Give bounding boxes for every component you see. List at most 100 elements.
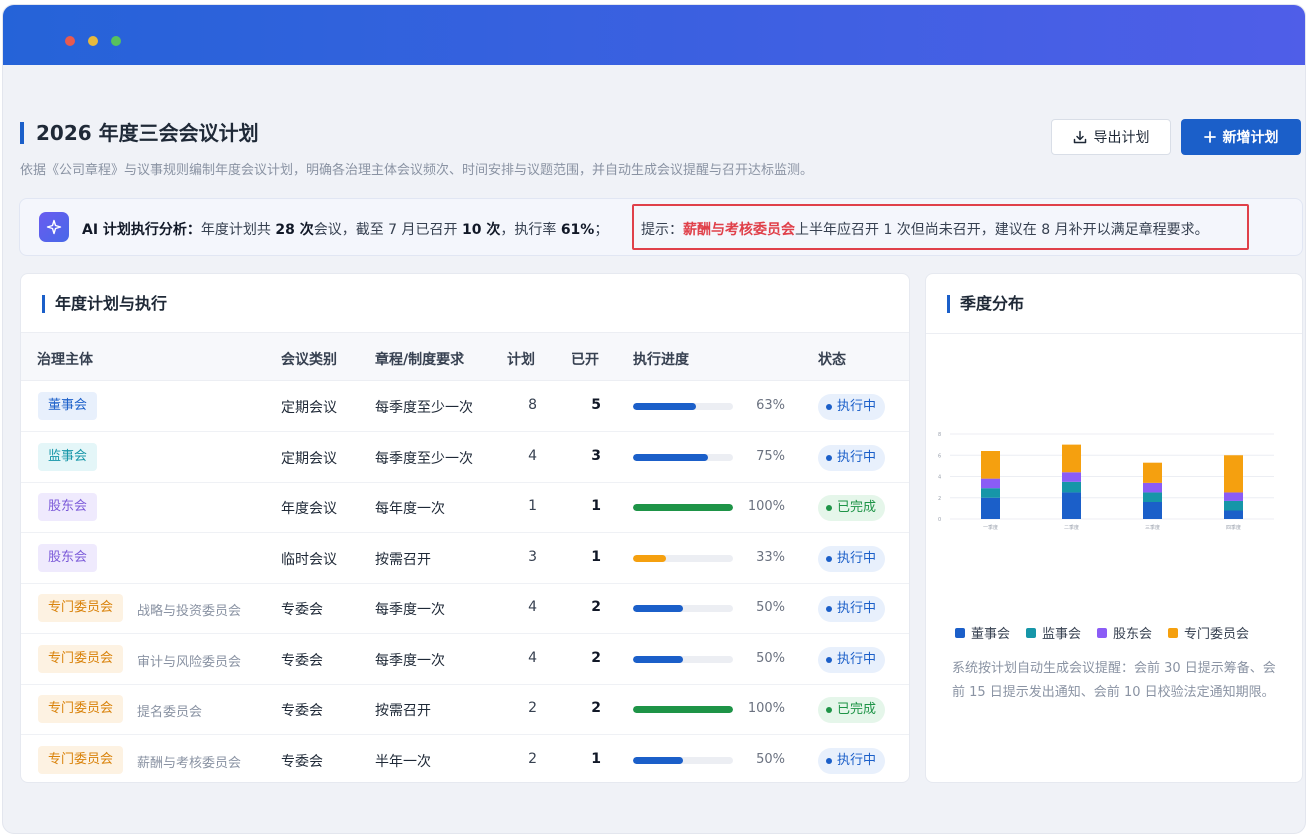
- ai-text-segment: ；: [594, 222, 609, 238]
- progress-fill: [633, 706, 733, 713]
- progress-fill: [633, 403, 696, 410]
- bar-segment-3-2[interactable]: [1224, 492, 1243, 501]
- meeting-type: 专委会: [281, 703, 323, 719]
- legend-item[interactable]: 专门委员会: [1168, 623, 1249, 642]
- bar-segment-3-0[interactable]: [1224, 510, 1243, 520]
- new-plan-label: 新增计划: [1222, 130, 1279, 146]
- table-row[interactable]: 专门委员会 战略与投资委员会 专委会 每季度一次 4 2 50% 执行中: [21, 584, 909, 634]
- progress-percent: 33%: [756, 549, 785, 565]
- quarter-stacked-bar-chart: 0 2 4 6 8 一季度 二季度 三季度 四季度: [938, 432, 1274, 531]
- meeting-type: 定期会议: [281, 400, 337, 416]
- legend-label: 监事会: [1042, 627, 1082, 642]
- table-row[interactable]: 股东会 年度会议 每年度一次 1 1 100% 已完成: [21, 483, 909, 533]
- status-badge: 已完成: [818, 697, 886, 723]
- bar-segment-1-0[interactable]: [1062, 492, 1081, 519]
- status-badge: 执行中: [818, 747, 886, 774]
- status-badge: 已完成: [818, 495, 886, 521]
- bar-segment-2-0[interactable]: [1143, 502, 1162, 519]
- legend-item[interactable]: 监事会: [1026, 623, 1081, 642]
- status-badge: 执行中: [818, 394, 886, 420]
- legend-item[interactable]: 董事会: [955, 623, 1010, 642]
- quarter-distribution-title: 季度分布: [947, 295, 1024, 313]
- meeting-type: 专委会: [281, 602, 323, 618]
- ai-held-meetings: 10 次: [462, 222, 501, 238]
- meeting-type: 专委会: [281, 652, 323, 669]
- requirement: 每季度至少一次: [375, 450, 473, 467]
- requirement: 按需召开: [375, 703, 431, 719]
- plus-icon: [1203, 131, 1216, 143]
- status-dot: [826, 505, 832, 511]
- table-row[interactable]: 股东会 临时会议 按需召开 3 1 33% 执行中: [21, 534, 909, 584]
- progress-bar: [633, 453, 733, 461]
- subject-tag: 董事会: [38, 392, 98, 420]
- table-row[interactable]: 董事会 定期会议 每季度至少一次 8 5 63% 执行中: [21, 382, 909, 432]
- legend-swatch: [1026, 627, 1037, 638]
- legend-label: 股东会: [1113, 627, 1153, 642]
- legend-label: 董事会: [971, 627, 1011, 642]
- committee-name: 审计与风险委员会: [137, 654, 242, 670]
- chart-legend: 董事会 监事会 股东会 专门委员会: [955, 623, 1249, 642]
- hint-body: 上半年应召开 1 次但尚未召开，建议在 8 月补开以满足章程要求。: [795, 222, 1209, 238]
- ai-text-segment: ，执行率: [500, 222, 557, 238]
- export-plan-label: 导出计划: [1093, 130, 1150, 146]
- y-tick-label: 4: [938, 475, 941, 481]
- bar-segment-3-1[interactable]: [1224, 500, 1243, 511]
- status-badge: 执行中: [818, 596, 886, 622]
- table-row[interactable]: 监事会 定期会议 每季度至少一次 4 3 75% 执行中: [21, 433, 909, 483]
- close-window-dot[interactable]: [65, 36, 75, 46]
- hint-subject: 薪酬与考核委员会: [683, 222, 795, 238]
- ai-hint-text: 提示：薪酬与考核委员会上半年应召开 1 次但尚未召开，建议在 8 月补开以满足章…: [641, 219, 1209, 239]
- bar-segment-0-1[interactable]: [981, 488, 1000, 498]
- maximize-window-dot[interactable]: [111, 36, 121, 46]
- bar-segment-3-3[interactable]: [1224, 455, 1243, 493]
- export-plan-button[interactable]: 导出计划: [1051, 119, 1171, 155]
- ai-execution-rate: 61%: [560, 222, 595, 238]
- bar-segment-1-2[interactable]: [1062, 472, 1081, 482]
- status-dot: [826, 606, 832, 612]
- plan-count: 2: [528, 750, 537, 767]
- table-header: 治理主体 会议类别 章程/制度要求 计划 已开 执行进度 状态: [21, 332, 909, 381]
- plan-count: 4: [528, 447, 537, 464]
- status-dot: [826, 656, 832, 663]
- legend-swatch: [1097, 627, 1108, 638]
- bar-segment-1-1[interactable]: [1062, 481, 1081, 493]
- ai-analysis-bar: AI 计划执行分析：年度计划共 28 次会议，截至 7 月已召开 10 次，执行…: [19, 198, 1303, 256]
- bar-segment-0-0[interactable]: [981, 497, 1000, 519]
- legend-label: 专门委员会: [1184, 627, 1250, 642]
- legend-swatch: [1168, 627, 1179, 638]
- held-count: 1: [591, 548, 601, 565]
- progress-percent: 63%: [756, 398, 785, 413]
- sparkle-icon: [39, 212, 69, 242]
- download-icon: [1073, 130, 1087, 144]
- bar-segment-1-3[interactable]: [1062, 444, 1081, 473]
- hint-prefix: 提示：: [641, 222, 683, 238]
- bar-segment-0-3[interactable]: [981, 451, 1000, 479]
- subject-tag: 专门委员会: [38, 644, 124, 673]
- ai-text-segment: 会议，截至 7 月已召开: [313, 222, 458, 238]
- table-row[interactable]: 专门委员会 审计与风险委员会 专委会 每季度一次 4 2 50% 执行中: [21, 635, 909, 685]
- subject-tag: 专门委员会: [38, 745, 124, 774]
- ai-hint-highlight: 提示：薪酬与考核委员会上半年应召开 1 次但尚未召开，建议在 8 月补开以满足章…: [632, 204, 1249, 250]
- progress-bar: [633, 756, 733, 764]
- status-label: 执行中: [837, 601, 877, 616]
- status-dot: [826, 555, 832, 562]
- new-plan-button[interactable]: 新增计划: [1181, 119, 1301, 155]
- minimize-window-dot[interactable]: [88, 36, 98, 46]
- held-count: 5: [591, 397, 601, 413]
- subject-tag: 股东会: [38, 543, 98, 572]
- progress-fill: [633, 605, 683, 612]
- bar-segment-2-1[interactable]: [1143, 492, 1162, 502]
- requirement: 按需召开: [375, 551, 431, 568]
- held-count: 3: [591, 447, 601, 464]
- bar-segment-2-3[interactable]: [1143, 462, 1162, 483]
- legend-item[interactable]: 股东会: [1097, 623, 1152, 642]
- col-plan: 计划: [507, 352, 535, 368]
- bar-segment-2-2[interactable]: [1143, 482, 1162, 493]
- table-row[interactable]: 专门委员会 提名委员会 专委会 按需召开 2 2 100% 已完成: [21, 685, 909, 735]
- progress-percent: 50%: [756, 751, 785, 767]
- progress-bar: [633, 605, 733, 612]
- bar-segment-0-2[interactable]: [981, 478, 1000, 489]
- held-count: 2: [591, 649, 601, 666]
- table-row[interactable]: 专门委员会 薪酬与考核委员会 专委会 半年一次 2 1 50% 执行中: [21, 736, 909, 783]
- progress-fill: [633, 554, 666, 562]
